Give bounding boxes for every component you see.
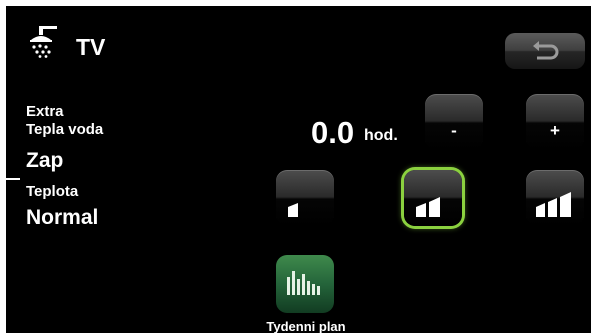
decrease-button[interactable]: - bbox=[425, 94, 483, 150]
decrease-label: - bbox=[451, 121, 457, 140]
increase-button[interactable]: + bbox=[526, 94, 584, 150]
level-high-icon bbox=[536, 192, 571, 217]
hot-water-label: Tepla voda bbox=[26, 121, 104, 138]
hot-water-status: Zap bbox=[26, 149, 64, 172]
screen: TV Extra Tepla voda Zap Teplota Normal 0… bbox=[6, 6, 591, 333]
temperature-value: Normal bbox=[26, 206, 99, 229]
temperature-normal-button[interactable] bbox=[404, 170, 462, 226]
temperature-label: Teplota bbox=[26, 183, 79, 200]
back-arrow-icon bbox=[533, 41, 559, 60]
edge-marker bbox=[6, 178, 20, 180]
hours-value: 0.0 bbox=[311, 115, 355, 150]
hours-unit: hod. bbox=[364, 127, 398, 144]
weekly-plan-label: Tydenni plan bbox=[266, 319, 346, 333]
level-normal-icon bbox=[416, 197, 440, 217]
page-title: TV bbox=[76, 34, 106, 60]
weekly-schedule-icon bbox=[287, 271, 320, 295]
temperature-low-button[interactable] bbox=[276, 170, 334, 226]
temperature-high-button[interactable] bbox=[526, 170, 584, 226]
extra-label: Extra bbox=[26, 103, 64, 120]
back-button[interactable] bbox=[505, 33, 585, 69]
shower-icon bbox=[28, 24, 66, 58]
level-low-icon bbox=[288, 203, 298, 217]
increase-label: + bbox=[550, 121, 560, 140]
weekly-plan-button[interactable] bbox=[276, 255, 334, 313]
